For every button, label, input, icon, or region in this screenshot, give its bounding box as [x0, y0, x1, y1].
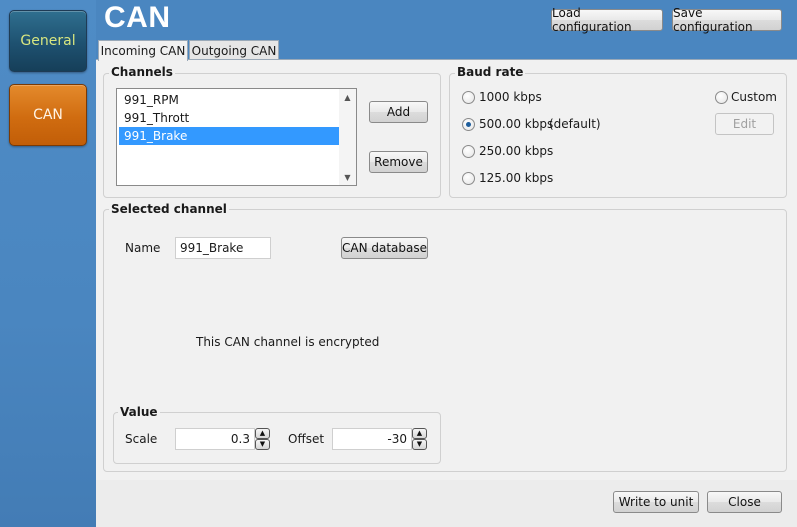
baud-500-radio[interactable]	[462, 118, 475, 131]
scroll-down-icon[interactable]: ▼	[339, 170, 356, 184]
baud-custom-label: Custom	[731, 90, 777, 104]
value-group-label: Value	[118, 405, 160, 419]
tab-incoming-can[interactable]: Incoming CAN	[98, 40, 188, 61]
nav-can-label: CAN	[33, 107, 63, 123]
channel-list-item[interactable]: 991_Thrott	[119, 109, 339, 127]
channel-name-field[interactable]: 991_Brake	[175, 237, 271, 259]
offset-stepper[interactable]: ▲ ▼	[412, 428, 427, 450]
remove-channel-button[interactable]: Remove	[369, 151, 428, 173]
baud-default-note: (default)	[549, 117, 601, 131]
baud-500-label: 500.00 kbps	[479, 117, 554, 131]
baud-edit-button[interactable]: Edit	[715, 113, 774, 135]
channels-listbox[interactable]: 991_RPM 991_Thrott 991_Brake ▲ ▼	[116, 88, 357, 186]
offset-down-icon[interactable]: ▼	[412, 439, 427, 450]
encrypted-notice: This CAN channel is encrypted	[196, 335, 380, 349]
channel-list-item-selected[interactable]: 991_Brake	[119, 127, 339, 145]
offset-up-icon[interactable]: ▲	[412, 428, 427, 439]
nav-can-button[interactable]: CAN	[9, 84, 87, 146]
add-channel-button[interactable]: Add	[369, 101, 428, 123]
scale-field[interactable]: 0.3	[175, 428, 255, 450]
name-label: Name	[125, 241, 161, 255]
channels-scrollbar[interactable]: ▲ ▼	[339, 89, 356, 185]
load-configuration-button[interactable]: Load configuration	[551, 6, 663, 34]
scale-label: Scale	[125, 432, 158, 446]
nav-general-label: General	[20, 33, 76, 49]
tab-outgoing-can[interactable]: Outgoing CAN	[189, 40, 279, 60]
channel-list-item[interactable]: 991_RPM	[119, 91, 339, 109]
scale-down-icon[interactable]: ▼	[255, 439, 270, 450]
channels-group-label: Channels	[109, 65, 175, 79]
save-configuration-button[interactable]: Save configuration	[672, 6, 782, 34]
scale-up-icon[interactable]: ▲	[255, 428, 270, 439]
page-title: CAN	[104, 1, 171, 34]
write-to-unit-button[interactable]: Write to unit	[613, 491, 699, 513]
baud-125-radio[interactable]	[462, 172, 475, 185]
baud-custom-radio[interactable]	[715, 91, 728, 104]
baud-250-label: 250.00 kbps	[479, 144, 554, 158]
left-nav-rail: General CAN	[0, 0, 96, 527]
nav-general-button[interactable]: General	[9, 10, 87, 72]
close-button[interactable]: Close	[707, 491, 782, 513]
scroll-up-icon[interactable]: ▲	[339, 90, 356, 104]
baud-rate-group-label: Baud rate	[455, 65, 526, 79]
baud-1000-radio[interactable]	[462, 91, 475, 104]
baud-250-radio[interactable]	[462, 145, 475, 158]
baud-125-label: 125.00 kbps	[479, 171, 554, 185]
baud-1000-label: 1000 kbps	[479, 90, 542, 104]
selected-channel-group-label: Selected channel	[109, 202, 229, 216]
can-database-button[interactable]: CAN database	[341, 237, 428, 259]
offset-label: Offset	[288, 432, 325, 446]
offset-field[interactable]: -30	[332, 428, 412, 450]
scale-stepper[interactable]: ▲ ▼	[255, 428, 270, 450]
